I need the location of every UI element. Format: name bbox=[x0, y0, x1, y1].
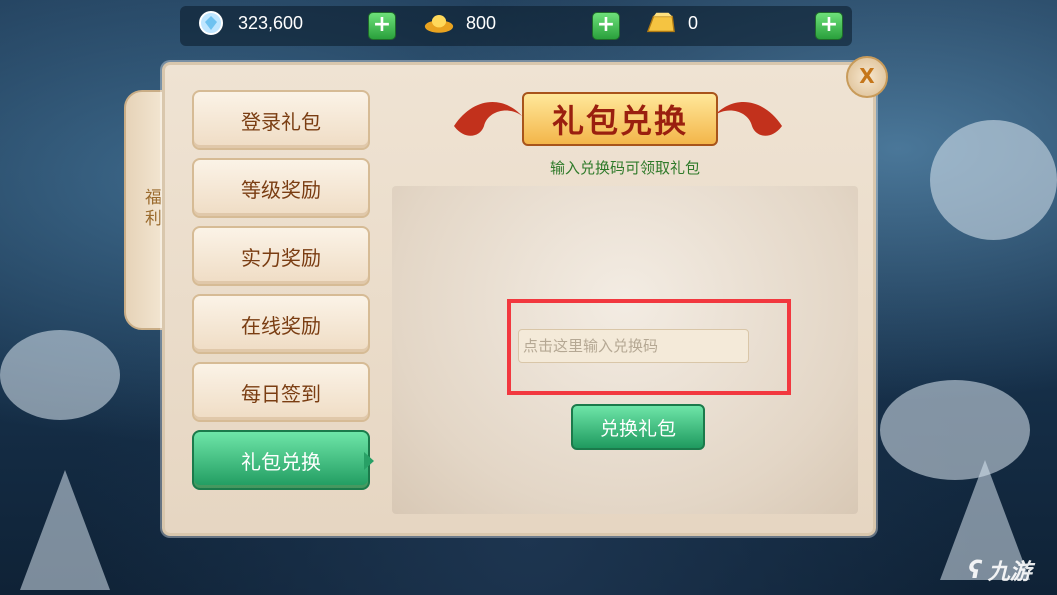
menu-daily-checkin[interactable]: 每日签到 bbox=[192, 362, 370, 422]
welfare-tab[interactable]: 福利 bbox=[124, 90, 166, 330]
highlight-annotation-box bbox=[507, 299, 791, 395]
close-button[interactable]: X bbox=[846, 56, 888, 98]
snow-patch bbox=[0, 330, 120, 420]
currency-ingot: 800 bbox=[424, 8, 496, 38]
menu-level-reward[interactable]: 等级奖励 bbox=[192, 158, 370, 218]
active-indicator-arrow bbox=[364, 452, 374, 470]
snow-patch bbox=[930, 120, 1057, 240]
menu-power-reward[interactable]: 实力奖励 bbox=[192, 226, 370, 286]
site-watermark: ʕ 九游 bbox=[968, 554, 1032, 586]
welfare-tab-label: 福利 bbox=[141, 188, 161, 230]
gold-bar-icon bbox=[646, 10, 676, 36]
add-diamond-button[interactable]: + bbox=[368, 12, 396, 40]
currency-diamond: 323,600 bbox=[196, 8, 303, 38]
gold-ingot-icon bbox=[424, 10, 454, 36]
redeem-gift-button[interactable]: 兑换礼包 bbox=[571, 404, 705, 450]
currency-goldbar: 0 bbox=[646, 8, 698, 38]
add-goldbar-button[interactable]: + bbox=[815, 12, 843, 40]
menu-login-gift[interactable]: 登录礼包 bbox=[192, 90, 370, 150]
goldbar-amount: 0 bbox=[688, 12, 699, 33]
diamond-amount: 323,600 bbox=[238, 12, 304, 33]
diamond-icon bbox=[196, 10, 226, 36]
menu-online-reward[interactable]: 在线奖励 bbox=[192, 294, 370, 354]
watermark-logo-icon: ʕ bbox=[968, 556, 982, 584]
snow-tree bbox=[20, 470, 110, 590]
add-ingot-button[interactable]: + bbox=[592, 12, 620, 40]
redeem-instruction: 输入兑换码可领取礼包 bbox=[549, 159, 700, 177]
page-title: 礼包兑换 bbox=[522, 92, 718, 146]
watermark-text: 九游 bbox=[987, 560, 1032, 585]
ingot-amount: 800 bbox=[466, 12, 497, 33]
menu-gift-redeem[interactable]: 礼包兑换 bbox=[192, 430, 370, 490]
